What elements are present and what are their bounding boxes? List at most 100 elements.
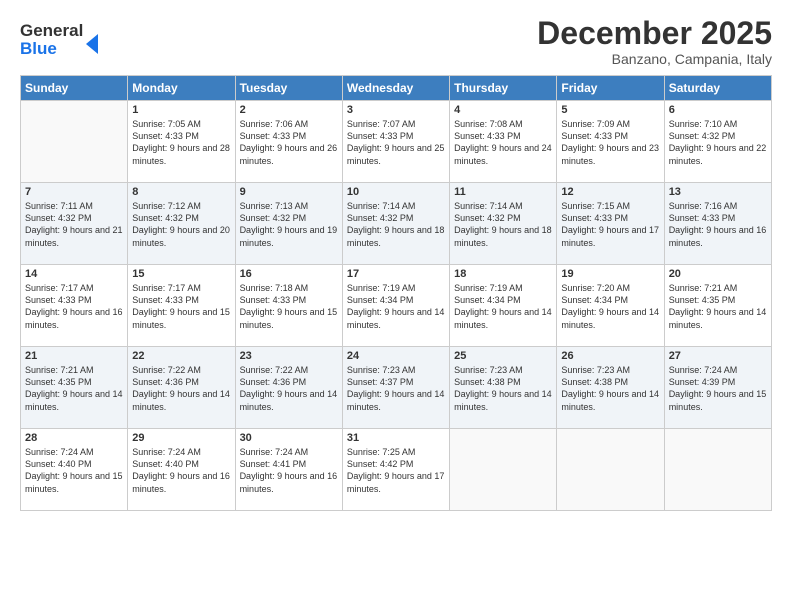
day-info: Sunrise: 7:13 AMSunset: 4:32 PMDaylight:…: [240, 200, 338, 249]
day-info: Sunrise: 7:21 AMSunset: 4:35 PMDaylight:…: [669, 282, 767, 331]
header-friday: Friday: [557, 76, 664, 101]
header-sunday: Sunday: [21, 76, 128, 101]
svg-text:Blue: Blue: [20, 39, 57, 58]
day-info: Sunrise: 7:11 AMSunset: 4:32 PMDaylight:…: [25, 200, 123, 249]
day-cell: 1 Sunrise: 7:05 AMSunset: 4:33 PMDaylight…: [128, 101, 235, 183]
day-info: Sunrise: 7:23 AMSunset: 4:38 PMDaylight:…: [454, 364, 552, 413]
day-info: Sunrise: 7:23 AMSunset: 4:37 PMDaylight:…: [347, 364, 445, 413]
day-info: Sunrise: 7:10 AMSunset: 4:32 PMDaylight:…: [669, 118, 767, 167]
day-number: 26: [561, 350, 659, 362]
day-number: 13: [669, 186, 767, 198]
day-cell: 12 Sunrise: 7:15 AMSunset: 4:33 PMDayligh…: [557, 183, 664, 265]
day-info: Sunrise: 7:24 AMSunset: 4:40 PMDaylight:…: [25, 446, 123, 495]
day-info: Sunrise: 7:17 AMSunset: 4:33 PMDaylight:…: [25, 282, 123, 331]
day-number: 18: [454, 268, 552, 280]
day-number: 1: [132, 104, 230, 116]
day-info: Sunrise: 7:24 AMSunset: 4:41 PMDaylight:…: [240, 446, 338, 495]
day-cell: 24Sunrise: 7:23 AMSunset: 4:37 PMDayligh…: [342, 347, 449, 429]
day-number: 12: [561, 186, 659, 198]
day-number: 22: [132, 350, 230, 362]
day-cell: 20Sunrise: 7:21 AMSunset: 4:35 PMDayligh…: [664, 265, 771, 347]
day-cell: [450, 429, 557, 511]
day-cell: 22Sunrise: 7:22 AMSunset: 4:36 PMDayligh…: [128, 347, 235, 429]
location: Banzano, Campania, Italy: [537, 51, 772, 67]
day-info: Sunrise: 7:09 AMSunset: 4:33 PMDaylight:…: [561, 118, 659, 167]
header: General Blue December 2025 Banzano, Camp…: [20, 16, 772, 67]
day-number: 28: [25, 432, 123, 444]
day-cell: 16 Sunrise: 7:18 AMSunset: 4:33 PMDayligh…: [235, 265, 342, 347]
logo-icon: General Blue: [20, 16, 110, 60]
day-cell: 30Sunrise: 7:24 AMSunset: 4:41 PMDayligh…: [235, 429, 342, 511]
day-number: 29: [132, 432, 230, 444]
day-number: 23: [240, 350, 338, 362]
day-number: 21: [25, 350, 123, 362]
day-cell: 3Sunrise: 7:07 AMSunset: 4:33 PMDaylight…: [342, 101, 449, 183]
day-number: 8: [132, 186, 230, 198]
day-cell: 2 Sunrise: 7:06 AMSunset: 4:33 PMDaylight…: [235, 101, 342, 183]
header-tuesday: Tuesday: [235, 76, 342, 101]
day-number: 25: [454, 350, 552, 362]
day-number: 17: [347, 268, 445, 280]
day-info: Sunrise: 7:24 AMSunset: 4:39 PMDaylight:…: [669, 364, 767, 413]
title-block: December 2025 Banzano, Campania, Italy: [537, 16, 772, 67]
calendar-table: SundayMondayTuesdayWednesdayThursdayFrid…: [20, 75, 772, 511]
day-cell: 11 Sunrise: 7:14 AMSunset: 4:32 PMDayligh…: [450, 183, 557, 265]
day-info: Sunrise: 7:23 AMSunset: 4:38 PMDaylight:…: [561, 364, 659, 413]
day-cell: 29Sunrise: 7:24 AMSunset: 4:40 PMDayligh…: [128, 429, 235, 511]
day-number: 31: [347, 432, 445, 444]
header-row: SundayMondayTuesdayWednesdayThursdayFrid…: [21, 76, 772, 101]
day-info: Sunrise: 7:08 AMSunset: 4:33 PMDaylight:…: [454, 118, 552, 167]
day-cell: 28 Sunrise: 7:24 AMSunset: 4:40 PMDayligh…: [21, 429, 128, 511]
day-info: Sunrise: 7:19 AMSunset: 4:34 PMDaylight:…: [454, 282, 552, 331]
day-cell: 15 Sunrise: 7:17 AMSunset: 4:33 PMDayligh…: [128, 265, 235, 347]
day-number: 9: [240, 186, 338, 198]
day-info: Sunrise: 7:05 AMSunset: 4:33 PMDaylight:…: [132, 118, 230, 167]
day-number: 7: [25, 186, 123, 198]
day-cell: 14 Sunrise: 7:17 AMSunset: 4:33 PMDayligh…: [21, 265, 128, 347]
day-number: 6: [669, 104, 767, 116]
day-cell: 31Sunrise: 7:25 AMSunset: 4:42 PMDayligh…: [342, 429, 449, 511]
month-title: December 2025: [537, 16, 772, 51]
day-info: Sunrise: 7:18 AMSunset: 4:33 PMDaylight:…: [240, 282, 338, 331]
calendar-page: General Blue December 2025 Banzano, Camp…: [0, 0, 792, 612]
day-cell: [664, 429, 771, 511]
day-info: Sunrise: 7:15 AMSunset: 4:33 PMDaylight:…: [561, 200, 659, 249]
day-cell: 7 Sunrise: 7:11 AMSunset: 4:32 PMDaylight…: [21, 183, 128, 265]
day-cell: 9 Sunrise: 7:13 AMSunset: 4:32 PMDaylight…: [235, 183, 342, 265]
day-info: Sunrise: 7:14 AMSunset: 4:32 PMDaylight:…: [454, 200, 552, 249]
day-cell: 19Sunrise: 7:20 AMSunset: 4:34 PMDayligh…: [557, 265, 664, 347]
logo: General Blue: [20, 16, 110, 60]
day-info: Sunrise: 7:17 AMSunset: 4:33 PMDaylight:…: [132, 282, 230, 331]
day-number: 5: [561, 104, 659, 116]
day-number: 15: [132, 268, 230, 280]
day-number: 16: [240, 268, 338, 280]
day-info: Sunrise: 7:16 AMSunset: 4:33 PMDaylight:…: [669, 200, 767, 249]
day-cell: 8 Sunrise: 7:12 AMSunset: 4:32 PMDaylight…: [128, 183, 235, 265]
day-info: Sunrise: 7:14 AMSunset: 4:32 PMDaylight:…: [347, 200, 445, 249]
day-info: Sunrise: 7:06 AMSunset: 4:33 PMDaylight:…: [240, 118, 338, 167]
day-number: 4: [454, 104, 552, 116]
day-number: 2: [240, 104, 338, 116]
day-cell: 25 Sunrise: 7:23 AMSunset: 4:38 PMDayligh…: [450, 347, 557, 429]
day-cell: 21Sunrise: 7:21 AMSunset: 4:35 PMDayligh…: [21, 347, 128, 429]
day-info: Sunrise: 7:19 AMSunset: 4:34 PMDaylight:…: [347, 282, 445, 331]
day-cell: 6 Sunrise: 7:10 AMSunset: 4:32 PMDaylight…: [664, 101, 771, 183]
day-cell: 13 Sunrise: 7:16 AMSunset: 4:33 PMDayligh…: [664, 183, 771, 265]
day-cell: 27 Sunrise: 7:24 AMSunset: 4:39 PMDayligh…: [664, 347, 771, 429]
day-info: Sunrise: 7:12 AMSunset: 4:32 PMDaylight:…: [132, 200, 230, 249]
day-cell: 5 Sunrise: 7:09 AMSunset: 4:33 PMDaylight…: [557, 101, 664, 183]
day-cell: 10 Sunrise: 7:14 AMSunset: 4:32 PMDayligh…: [342, 183, 449, 265]
svg-text:General: General: [20, 21, 83, 40]
week-row-0: 1 Sunrise: 7:05 AMSunset: 4:33 PMDaylight…: [21, 101, 772, 183]
day-number: 11: [454, 186, 552, 198]
day-info: Sunrise: 7:20 AMSunset: 4:34 PMDaylight:…: [561, 282, 659, 331]
header-saturday: Saturday: [664, 76, 771, 101]
week-row-2: 14 Sunrise: 7:17 AMSunset: 4:33 PMDayligh…: [21, 265, 772, 347]
day-cell: [21, 101, 128, 183]
day-number: 14: [25, 268, 123, 280]
day-cell: [557, 429, 664, 511]
week-row-3: 21Sunrise: 7:21 AMSunset: 4:35 PMDayligh…: [21, 347, 772, 429]
header-monday: Monday: [128, 76, 235, 101]
day-number: 27: [669, 350, 767, 362]
day-number: 10: [347, 186, 445, 198]
